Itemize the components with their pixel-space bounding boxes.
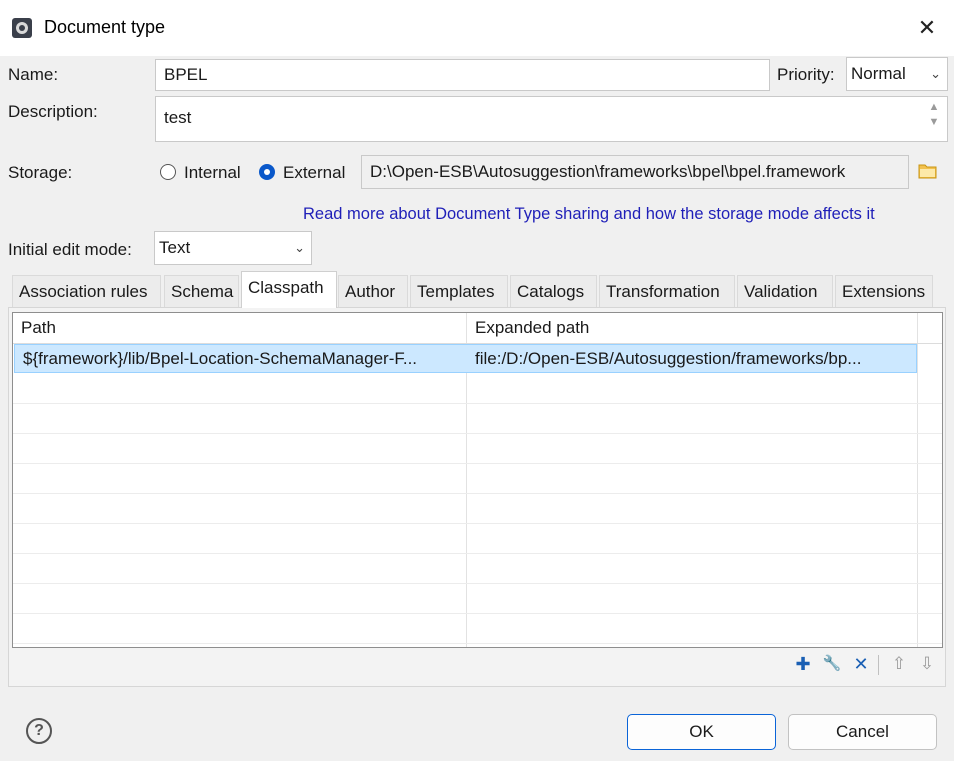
toolbar-separator (878, 655, 879, 675)
row-divider (13, 583, 942, 584)
close-button[interactable]: ✕ (910, 12, 944, 44)
storage-internal-label[interactable]: Internal (184, 163, 241, 183)
remove-icon[interactable]: ✕ (851, 652, 871, 676)
row-divider (13, 643, 942, 644)
description-label: Description: (8, 102, 98, 121)
move-up-icon[interactable]: ⇧ (889, 652, 909, 676)
storage-external-radio[interactable] (259, 164, 275, 180)
tab-catalogs[interactable]: Catalogs (510, 275, 597, 307)
storage-info-link[interactable]: Read more about Document Type sharing an… (303, 205, 875, 224)
classpath-table[interactable]: Path Expanded path ${framework}/lib/Bpel… (12, 312, 943, 648)
edit-mode-value: Text (159, 238, 191, 257)
storage-internal-radio[interactable] (160, 164, 176, 180)
add-icon[interactable]: ✚ (793, 652, 813, 676)
name-field[interactable]: BPEL (155, 59, 770, 91)
row-divider (13, 553, 942, 554)
tab-author[interactable]: Author (338, 275, 408, 307)
edit-icon[interactable]: 🔧 (822, 652, 842, 676)
tab-schema[interactable]: Schema (164, 275, 239, 307)
scroll-up-icon[interactable]: ▲ (926, 100, 942, 115)
ok-button[interactable]: OK (627, 714, 776, 750)
description-scrollbar[interactable]: ▲ ▼ (926, 100, 942, 138)
help-icon[interactable]: ? (26, 718, 52, 744)
scroll-down-icon[interactable]: ▼ (926, 115, 942, 130)
window-title: Document type (44, 17, 166, 37)
chevron-down-icon: ⌄ (930, 66, 941, 81)
tab-transformation[interactable]: Transformation (599, 275, 735, 307)
tab-extensions[interactable]: Extensions (835, 275, 933, 307)
column-header-expanded-path[interactable]: Expanded path (467, 313, 917, 343)
row-divider (13, 613, 942, 614)
row-divider (13, 463, 942, 464)
table-cell-expanded-path[interactable]: file:/D:/Open-ESB/Autosuggestion/framewo… (467, 347, 917, 371)
tab-classpath[interactable]: Classpath (241, 271, 337, 308)
tab-validation[interactable]: Validation (737, 275, 833, 307)
name-label: Name: (8, 65, 59, 84)
tab-templates[interactable]: Templates (410, 275, 508, 307)
row-divider (13, 433, 942, 434)
row-divider (13, 403, 942, 404)
storage-path-field[interactable]: D:\Open-ESB\Autosuggestion\frameworks\bp… (361, 155, 909, 189)
move-down-icon[interactable]: ⇩ (917, 652, 937, 676)
priority-select[interactable]: Normal ⌄ (846, 57, 948, 91)
table-cell-path[interactable]: ${framework}/lib/Bpel-Location-SchemaMan… (15, 347, 465, 371)
tab-association-rules[interactable]: Association rules (12, 275, 161, 307)
row-divider (13, 523, 942, 524)
column-header-path[interactable]: Path (13, 313, 466, 343)
edit-mode-select[interactable]: Text ⌄ (154, 231, 312, 265)
edit-mode-label: Initial edit mode: (8, 240, 132, 259)
column-divider (917, 313, 918, 647)
storage-external-label[interactable]: External (283, 163, 345, 183)
priority-label: Priority: (777, 65, 835, 84)
row-divider (13, 493, 942, 494)
storage-label: Storage: (8, 163, 73, 182)
folder-icon[interactable] (917, 160, 939, 182)
gear-icon (12, 18, 32, 38)
chevron-down-icon: ⌄ (294, 240, 305, 255)
description-field[interactable]: test (155, 96, 948, 142)
priority-value: Normal (851, 64, 906, 83)
cancel-button[interactable]: Cancel (788, 714, 937, 750)
